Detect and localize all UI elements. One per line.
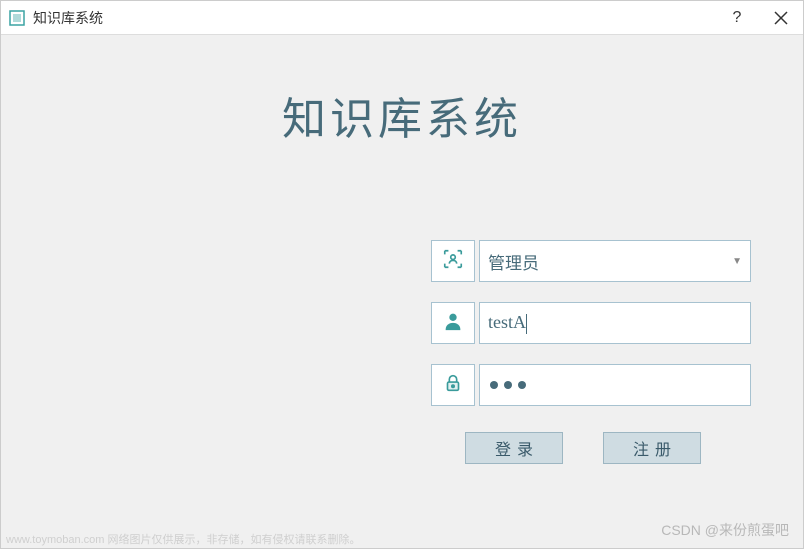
login-button[interactable]: 登录 bbox=[465, 432, 563, 464]
button-row: 登录 注册 bbox=[431, 432, 751, 464]
password-input-box[interactable] bbox=[479, 364, 751, 406]
watermark-bottom-right: CSDN @来份煎蛋吧 bbox=[661, 520, 789, 540]
login-form: 管理员 ▼ testA bbox=[431, 240, 751, 464]
password-masked bbox=[488, 381, 526, 389]
username-input-box[interactable]: testA bbox=[479, 302, 751, 344]
password-icon-box bbox=[431, 364, 475, 406]
username-icon-box bbox=[431, 302, 475, 344]
user-icon bbox=[442, 310, 464, 337]
register-button[interactable]: 注册 bbox=[603, 432, 701, 464]
role-selected-label: 管理员 bbox=[488, 249, 732, 274]
login-window: 知识库系统 ? 知识库系统 bbox=[0, 0, 804, 549]
close-button[interactable] bbox=[759, 1, 803, 35]
user-scan-icon bbox=[442, 248, 464, 275]
password-row bbox=[431, 364, 751, 406]
window-title: 知识库系统 bbox=[33, 8, 715, 28]
content-area: 知识库系统 管理员 ▼ bbox=[1, 35, 803, 548]
role-select[interactable]: 管理员 ▼ bbox=[479, 240, 751, 282]
role-row: 管理员 ▼ bbox=[431, 240, 751, 282]
text-caret bbox=[526, 314, 527, 334]
app-icon bbox=[9, 10, 25, 26]
help-button[interactable]: ? bbox=[715, 1, 759, 35]
titlebar: 知识库系统 ? bbox=[1, 1, 803, 35]
role-icon-box bbox=[431, 240, 475, 282]
lock-icon bbox=[442, 372, 464, 399]
chevron-down-icon: ▼ bbox=[732, 256, 742, 267]
username-value: testA bbox=[488, 312, 742, 334]
titlebar-controls: ? bbox=[715, 1, 803, 34]
page-title: 知识库系统 bbox=[1, 35, 803, 147]
watermark-bottom-left: www.toymoban.com 网络图片仅供展示，非存储，如有侵权请联系删除。 bbox=[6, 531, 360, 547]
username-row: testA bbox=[431, 302, 751, 344]
